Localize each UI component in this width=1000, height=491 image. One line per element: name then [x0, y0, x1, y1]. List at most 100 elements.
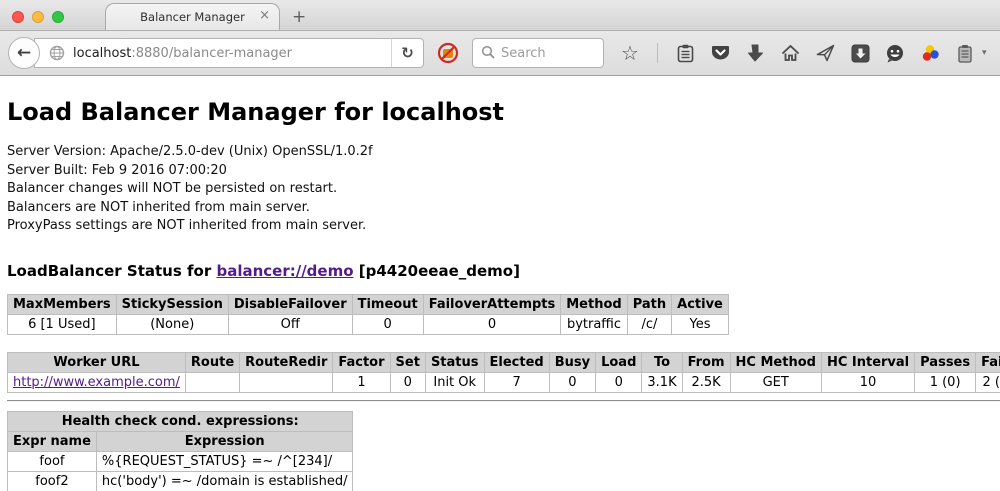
toolbar-separator	[657, 43, 658, 63]
col-worker-url: Worker URL	[8, 352, 186, 372]
send-paper-plane-icon[interactable]	[815, 43, 835, 63]
back-arrow-icon: ←	[17, 43, 31, 63]
server-info: Server Version: Apache/2.5.0-dev (Unix) …	[7, 143, 1000, 236]
flashblock-addon-icon[interactable]	[436, 41, 460, 65]
cell-stickysession: (None)	[116, 314, 228, 334]
addon-dropdown-caret-icon[interactable]: ▾	[982, 48, 987, 58]
col-disablefailover: DisableFailover	[228, 294, 352, 314]
cell-expr-name: foof2	[8, 471, 97, 491]
cell-load: 0	[596, 372, 642, 392]
table-row: 6 [1 Used] (None) Off 0 0 bytraffic /c/ …	[8, 314, 729, 334]
col-maxmembers: MaxMembers	[8, 294, 117, 314]
new-tab-button[interactable]: +	[292, 9, 306, 26]
search-icon	[481, 44, 495, 63]
globe-icon	[49, 45, 65, 61]
col-hc-method: HC Method	[730, 352, 821, 372]
balancers-notice-line: Balancers are NOT inherited from main se…	[7, 199, 1000, 218]
cell-worker-url: http://www.example.com/	[8, 372, 186, 392]
addon-download-icon[interactable]	[850, 43, 870, 63]
cell-hc-method: GET	[730, 372, 821, 392]
col-to: To	[642, 352, 682, 372]
cell-path: /c/	[627, 314, 671, 334]
worker-status-table: Worker URL Route RouteRedir Factor Set S…	[7, 352, 1000, 393]
cell-route	[185, 372, 239, 392]
cell-hc-interval: 10	[821, 372, 914, 392]
loadbalancer-status-heading: LoadBalancer Status for balancer://demo …	[7, 262, 1000, 280]
browser-titlebar: Balancer Manager × +	[0, 0, 1000, 31]
tab-title: Balancer Manager	[140, 10, 245, 24]
col-route: Route	[185, 352, 239, 372]
clipper-addon-icon[interactable]	[955, 43, 975, 63]
table-header-row: Expr name Expression	[8, 431, 353, 451]
cell-to: 3.1K	[642, 372, 682, 392]
status-heading-prefix: LoadBalancer Status for	[7, 262, 216, 280]
cell-factor: 1	[333, 372, 390, 392]
balancer-settings-table: MaxMembers StickySession DisableFailover…	[7, 294, 729, 335]
col-expression: Expression	[96, 431, 353, 451]
window-controls	[12, 11, 64, 23]
toolbar-icons: ☆ ▾	[620, 43, 987, 63]
col-timeout: Timeout	[352, 294, 423, 314]
tab-close-icon[interactable]: ×	[259, 9, 270, 22]
cell-expression: %{REQUEST_STATUS} =~ /^[234]/	[96, 451, 353, 471]
home-icon[interactable]	[780, 43, 800, 63]
table-row: http://www.example.com/ 1 0 Init Ok 7 0 …	[8, 372, 1000, 392]
col-path: Path	[627, 294, 671, 314]
col-expr-name: Expr name	[8, 431, 97, 451]
worker-url-link[interactable]: http://www.example.com/	[13, 375, 180, 390]
server-built-line: Server Built: Feb 9 2016 07:00:20	[7, 162, 1000, 181]
reading-list-clipboard-icon[interactable]	[675, 43, 695, 63]
reload-button[interactable]: ↻	[391, 39, 423, 67]
divider	[7, 400, 1000, 402]
col-method: Method	[561, 294, 627, 314]
url-path: :8880/balancer-manager	[131, 46, 292, 61]
window-zoom-button[interactable]	[52, 11, 64, 23]
back-button[interactable]: ←	[8, 37, 40, 69]
search-bar[interactable]	[472, 38, 604, 68]
col-status: Status	[425, 352, 484, 372]
col-routeredir: RouteRedir	[240, 352, 333, 372]
cell-timeout: 0	[352, 314, 423, 334]
cell-routeredir	[240, 372, 333, 392]
window-close-button[interactable]	[12, 11, 24, 23]
cell-failoverattempts: 0	[423, 314, 561, 334]
health-check-table: Health check cond. expressions: Expr nam…	[7, 411, 353, 491]
video-downloadhelper-icon[interactable]	[920, 43, 940, 63]
cell-disablefailover: Off	[228, 314, 352, 334]
cell-active: Yes	[672, 314, 729, 334]
col-stickysession: StickySession	[116, 294, 228, 314]
window-minimize-button[interactable]	[32, 11, 44, 23]
col-passes: Passes	[915, 352, 976, 372]
server-version-line: Server Version: Apache/2.5.0-dev (Unix) …	[7, 143, 1000, 162]
col-load: Load	[596, 352, 642, 372]
url-bar[interactable]: localhost:8880/balancer-manager ↻	[34, 38, 424, 68]
search-input[interactable]	[501, 46, 591, 61]
url-text[interactable]: localhost:8880/balancer-manager	[73, 46, 391, 61]
cell-from: 2.5K	[682, 372, 730, 392]
table-row: foof2 hc('body') =~ /domain is establish…	[8, 471, 353, 491]
cell-set: 0	[390, 372, 425, 392]
col-active: Active	[672, 294, 729, 314]
bookmark-star-icon[interactable]: ☆	[620, 43, 640, 63]
col-fails: Fails	[976, 352, 1000, 372]
table-title-row: Health check cond. expressions:	[8, 411, 353, 431]
cell-busy: 0	[549, 372, 595, 392]
cell-elected: 7	[484, 372, 549, 392]
cell-expression: hc('body') =~ /domain is established/	[96, 471, 353, 491]
persist-notice-line: Balancer changes will NOT be persisted o…	[7, 180, 1000, 199]
col-set: Set	[390, 352, 425, 372]
col-failoverattempts: FailoverAttempts	[423, 294, 561, 314]
status-heading-suffix: [p4420eeae_demo]	[354, 262, 520, 280]
balancer-demo-link[interactable]: balancer://demo	[216, 262, 353, 280]
pocket-icon[interactable]	[710, 43, 730, 63]
chat-smiley-icon[interactable]	[885, 43, 905, 63]
downloads-icon[interactable]	[745, 43, 765, 63]
cell-maxmembers: 6 [1 Used]	[8, 314, 117, 334]
col-from: From	[682, 352, 730, 372]
col-elected: Elected	[484, 352, 549, 372]
page-title: Load Balancer Manager for localhost	[7, 98, 1000, 126]
hc-table-title: Health check cond. expressions:	[8, 411, 353, 431]
cell-status: Init Ok	[425, 372, 484, 392]
browser-tab[interactable]: Balancer Manager ×	[105, 3, 280, 30]
table-header-row: Worker URL Route RouteRedir Factor Set S…	[8, 352, 1000, 372]
